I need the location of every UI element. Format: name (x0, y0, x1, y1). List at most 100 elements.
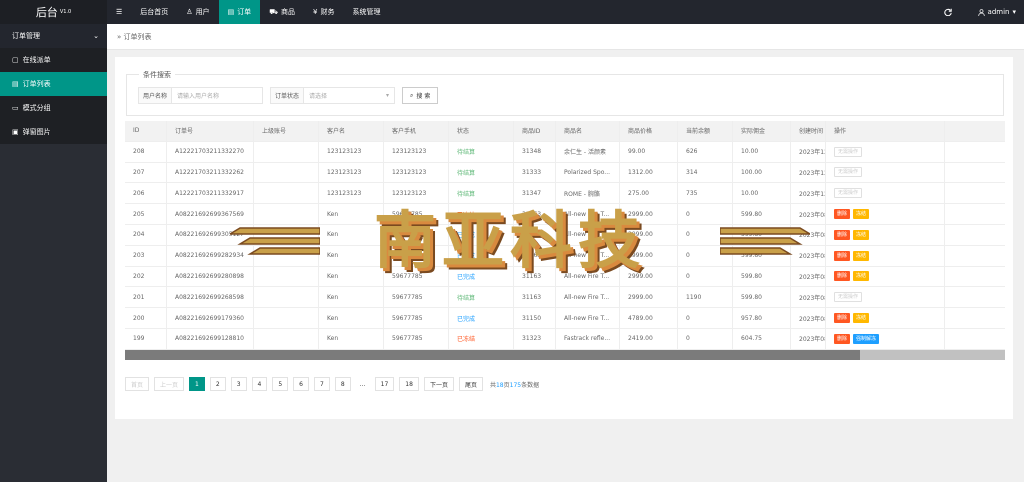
cell-actions: 删除 强制解冻 (826, 328, 945, 349)
cell-order: A08221692699268598 (167, 287, 254, 308)
page-ellipsis: ... (355, 377, 370, 391)
version-label: V1.0 (59, 9, 72, 15)
top-nav-label: 商品 (281, 8, 295, 16)
top-nav-item-0[interactable]: ☰ (107, 0, 131, 24)
cell-parent (254, 141, 319, 162)
last-page-button[interactable]: 尾页 (458, 377, 483, 391)
cell-status: 已完成 (449, 308, 514, 328)
column-header: ID (125, 121, 167, 141)
action-button[interactable]: 冻结 (853, 229, 870, 240)
cell-price: 4789.00 (620, 308, 678, 328)
action-button[interactable]: 强制解冻 (853, 333, 880, 344)
cell-time: 2023年12月 (791, 183, 826, 204)
cell-pid: 31323 (514, 328, 556, 349)
top-nav-item-4[interactable]: ⛟ 商品 (260, 0, 304, 24)
action-button[interactable]: 删除 (834, 271, 851, 282)
action-button: 无需操作 (834, 146, 863, 157)
table-header: ID 订单号 上级账号 客户名 客户手机 状态 商品ID 商品名 商品价格 当前余额 实际佣金 创建时… (125, 121, 1005, 142)
top-nav-label: 财务 (320, 8, 335, 16)
refresh-button[interactable] (943, 8, 952, 16)
page-button[interactable]: 8 (334, 377, 351, 391)
table-row[interactable]: 199 A08221692699128810 Ken 59677785 已冻结 31323… (125, 328, 1005, 350)
top-nav-item-2[interactable]: ♙ 用户 (177, 0, 218, 24)
action-button[interactable]: 删除 (834, 209, 851, 220)
horizontal-scrollbar[interactable] (125, 350, 1005, 360)
user-menu[interactable]: admin ▾ (977, 8, 1016, 16)
action-button[interactable]: 冻结 (853, 209, 870, 220)
action-button[interactable]: 删除 (834, 333, 851, 344)
sidebar-group-order[interactable]: 订单管理 ⌄ (0, 24, 107, 48)
cell-order: A12221703211332270 (167, 141, 254, 162)
scrollbar-thumb[interactable] (125, 350, 860, 360)
cell-time: 2023年08月 (791, 328, 826, 349)
sidebar-item-mode-group[interactable]: ▭ 模式分组 (0, 96, 107, 120)
action-button[interactable]: 冻结 (853, 313, 870, 324)
action-button[interactable]: 删除 (834, 229, 851, 240)
action-button[interactable]: 删除 (834, 250, 851, 261)
refresh-icon (943, 8, 952, 16)
cell-comm: 604.75 (733, 328, 791, 349)
cell-name: Ken (319, 308, 384, 328)
cell-order: A12221703211332262 (167, 162, 254, 183)
page-button[interactable]: 18 (399, 377, 419, 391)
top-nav: ☰ 后台首页 ♙ 用户 ▤ 订单 ⛟ 商品 ¥ 财务 系统管理 (107, 0, 389, 24)
cell-id: 207 (125, 162, 167, 183)
page-button[interactable]: 3 (230, 377, 247, 391)
search-button[interactable]: ⌕ 搜 索 (402, 87, 439, 104)
cell-phone: 59677785 (384, 308, 449, 328)
top-nav-item-1[interactable]: 后台首页 (131, 0, 177, 24)
app-logo[interactable]: 后台 V1.0 (0, 0, 107, 24)
cell-pname: All-new Fire T... (556, 308, 620, 328)
column-header: 当前余额 (678, 121, 733, 141)
user-name-input[interactable]: 请输入用户名称 (172, 88, 262, 103)
user-name: admin (987, 8, 1010, 16)
breadcrumb-current[interactable]: 订单列表 (124, 32, 152, 42)
table-row[interactable]: 208 A12221703211332270 123123123 123123123 待… (125, 141, 1005, 163)
sidebar-item-label: 模式分组 (22, 104, 51, 112)
table-row[interactable]: 200 A08221692699179360 Ken 59677785 已完成 31150… (125, 308, 1005, 329)
page-button[interactable]: 6 (293, 377, 309, 391)
cell-parent (254, 328, 319, 349)
cell-order: A08221692699128810 (167, 328, 254, 349)
sidebar-item-popup-image[interactable]: ▣ 弹窗图片 (0, 120, 107, 144)
sidebar-item-order-list[interactable]: ▤ 订单列表 (0, 72, 107, 96)
cell-price: 99.00 (620, 141, 678, 162)
top-nav-label: 订单 (237, 8, 252, 16)
cell-time: 2023年08月 (791, 308, 826, 328)
top-nav-item-5[interactable]: ¥ 财务 (304, 0, 343, 24)
cell-actions: 删除 冻结 (826, 308, 945, 328)
page-button[interactable]: 5 (272, 377, 289, 391)
page-button[interactable]: 7 (314, 377, 330, 391)
top-nav-item-6[interactable]: 系统管理 (343, 0, 389, 24)
sidebar-item-label: 弹窗图片 (22, 128, 51, 136)
image-icon: ▣ (12, 128, 19, 136)
column-header: 上级账号 (254, 121, 319, 141)
cell-actions: 删除 冻结 (826, 224, 945, 245)
page-button[interactable]: 4 (251, 377, 268, 391)
next-page-button[interactable]: 下一页 (423, 377, 454, 391)
column-header: 客户名 (319, 121, 384, 141)
breadcrumb: » 订单列表 (107, 24, 1024, 50)
cell-pid: 31150 (514, 308, 556, 328)
action-button[interactable]: 冻结 (853, 271, 870, 282)
status-select[interactable]: 请选择 ▾ (304, 88, 394, 103)
cell-bal: 0 (678, 328, 733, 349)
action-button[interactable]: 冻结 (853, 250, 870, 261)
top-nav-item-3[interactable]: ▤ 订单 (218, 0, 261, 24)
cell-actions: 无需操作 (826, 162, 945, 183)
page-button[interactable]: 2 (209, 377, 226, 391)
action-button[interactable]: 删除 (834, 313, 851, 324)
column-header: 创建时间 (791, 121, 826, 141)
order-icon: ▤ (227, 8, 235, 16)
sidebar-item-dispatch[interactable]: ▢ 在线派单 (0, 48, 107, 72)
cell-actions: 删除 冻结 (826, 266, 945, 287)
cell-parent (254, 308, 319, 328)
table-row[interactable]: 201 A08221692699268598 Ken 59677785 待结算 31163… (125, 287, 1005, 309)
page-button[interactable]: 17 (374, 377, 395, 391)
cell-comm: 10.00 (733, 141, 791, 162)
cell-actions: 删除 冻结 (826, 245, 945, 266)
table-row[interactable]: 207 A12221703211332262 123123123 123123123 待… (125, 162, 1005, 184)
column-header: 商品ID (514, 121, 556, 141)
page-button[interactable]: 1 (189, 377, 205, 391)
column-header: 状态 (449, 121, 514, 141)
